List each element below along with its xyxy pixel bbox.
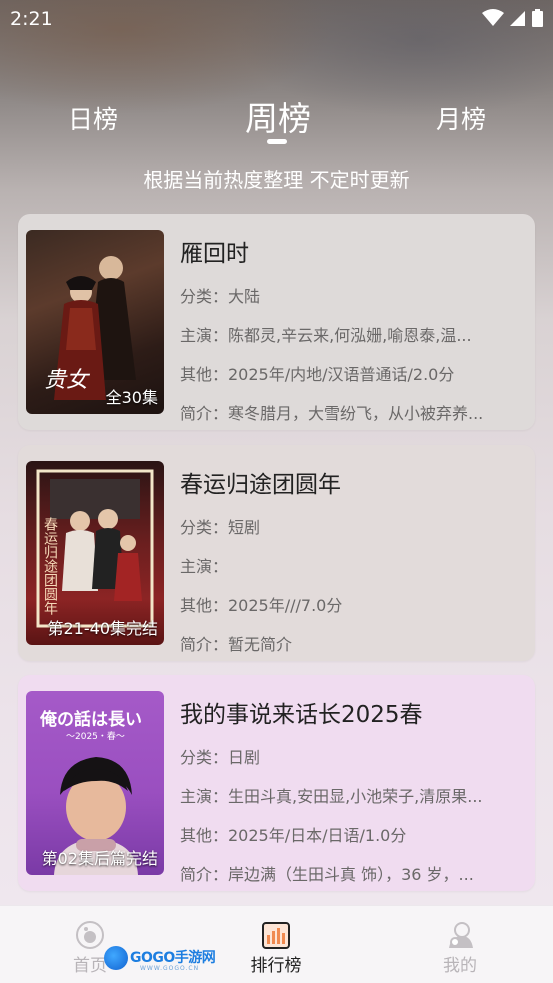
episode-badge: 全30集 xyxy=(105,388,158,407)
list-item[interactable]: 俺の話は長い ～2025・春～ 第02集后篇完结 我的事说来话长2025春 分类… xyxy=(18,675,535,891)
nav-me-label: 我的 xyxy=(443,956,477,976)
watermark: GOGO手游网 WWW.GOGO.CN xyxy=(104,946,216,976)
item-info: 我的事说来话长2025春 分类：日剧 主演：生田斗真,安田显,小池荣子,清原果.… xyxy=(180,691,528,885)
item-cast: 主演：生田斗真,安田显,小池荣子,清原果... xyxy=(180,787,483,806)
poster-image: 贵女 全30集 xyxy=(26,230,164,414)
item-other: 其他：2025年///7.0分 xyxy=(180,596,343,615)
tab-week[interactable]: 周榜 xyxy=(245,92,311,140)
wifi-icon xyxy=(482,9,504,26)
watermark-url: WWW.GOGO.CN xyxy=(140,965,200,972)
ranking-chart-icon xyxy=(262,922,290,949)
tab-indicator xyxy=(267,139,287,144)
item-other: 其他：2025年/日本/日语/1.0分 xyxy=(180,826,407,845)
status-bar: 2:21 xyxy=(0,0,553,40)
episode-badge: 第02集后篇完结 xyxy=(41,849,158,868)
status-icons xyxy=(482,9,543,27)
watermark-logo-icon xyxy=(104,946,128,970)
watermark-brand: GOGO手游网 xyxy=(130,950,216,966)
item-intro: 简介：岸边满（生田斗真 饰），36 岁，... xyxy=(180,865,474,884)
poster-title-text: 春运归途团圆年 xyxy=(42,517,58,615)
battery-icon xyxy=(532,9,543,27)
list-item[interactable]: 贵女 全30集 雁回时 分类：大陆 主演：陈都灵,辛云来,何泓姗,喻恩泰,温..… xyxy=(18,214,535,430)
poster-image: 春运归途团圆年 第21-40集完结 xyxy=(26,461,164,645)
ranking-subtitle: 根据当前热度整理 不定时更新 xyxy=(143,168,410,192)
item-info: 雁回时 分类：大陆 主演：陈都灵,辛云来,何泓姗,喻恩泰,温... 其他：202… xyxy=(180,230,528,424)
item-title: 我的事说来话长2025春 xyxy=(180,702,423,728)
signal-icon xyxy=(510,11,525,26)
poster-image: 俺の話は長い ～2025・春～ 第02集后篇完结 xyxy=(26,691,164,875)
item-title: 雁回时 xyxy=(180,241,249,267)
item-cast: 主演：陈都灵,辛云来,何泓姗,喻恩泰,温... xyxy=(180,326,472,345)
item-category: 分类：短剧 xyxy=(180,518,261,537)
poster-title-text: 贵女 xyxy=(44,368,89,393)
item-category: 分类：大陆 xyxy=(180,287,261,306)
item-info: 春运归途团圆年 分类：短剧 主演： 其他：2025年///7.0分 简介：暂无简… xyxy=(180,461,528,655)
episode-badge: 第21-40集完结 xyxy=(47,619,159,638)
tab-day[interactable]: 日榜 xyxy=(68,100,118,136)
item-other: 其他：2025年/内地/汉语普通话/2.0分 xyxy=(180,365,455,384)
bottom-navigation: 首页 排行榜 我的 xyxy=(0,905,553,983)
item-category: 分类：日剧 xyxy=(180,748,261,767)
item-cast: 主演： xyxy=(180,557,229,576)
item-title: 春运归途团圆年 xyxy=(180,472,341,498)
home-icon xyxy=(76,921,104,949)
status-time: 2:21 xyxy=(10,8,53,30)
item-intro: 简介：寒冬腊月，大雪纷飞，从小被弃养... xyxy=(180,404,484,423)
list-item[interactable]: 春运归途团圆年 第21-40集完结 春运归途团圆年 分类：短剧 主演： 其他：2… xyxy=(18,445,535,661)
tab-month[interactable]: 月榜 xyxy=(436,100,486,136)
nav-rank-label: 排行榜 xyxy=(250,956,302,976)
profile-icon xyxy=(449,922,473,948)
item-intro: 简介：暂无简介 xyxy=(180,635,293,654)
